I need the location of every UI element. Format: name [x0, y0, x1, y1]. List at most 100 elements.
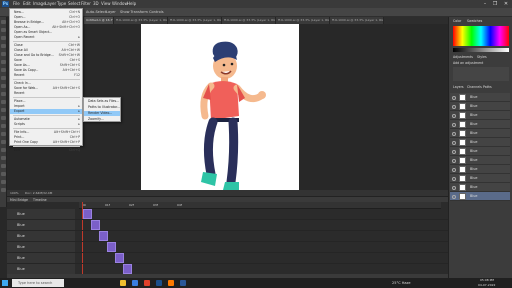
layer-row[interactable]: Blue: [450, 165, 510, 174]
menu-layer[interactable]: Layer: [45, 0, 56, 8]
menu-item-render-video[interactable]: Render Video...: [84, 111, 120, 116]
tab-styles[interactable]: Styles: [477, 55, 487, 59]
menu-3d[interactable]: 3D: [93, 0, 99, 8]
tool-icon[interactable]: [1, 44, 6, 48]
edge-icon[interactable]: [132, 280, 138, 286]
tool-icon[interactable]: [1, 148, 6, 152]
timeline-track[interactable]: Blue: [7, 209, 448, 220]
timeline-track[interactable]: Blue: [7, 231, 448, 242]
close-icon[interactable]: ✕: [501, 0, 511, 8]
windows-start-icon[interactable]: [2, 280, 8, 286]
tab-paths[interactable]: Paths: [483, 85, 492, 89]
visibility-eye-icon[interactable]: [452, 96, 456, 100]
chrome-icon[interactable]: [144, 280, 150, 286]
tool-icon[interactable]: [1, 20, 6, 24]
menu-window[interactable]: Window: [112, 0, 128, 8]
visibility-eye-icon[interactable]: [452, 141, 456, 145]
visibility-eye-icon[interactable]: [452, 132, 456, 136]
word-icon[interactable]: [180, 280, 186, 286]
menu-help[interactable]: Help: [127, 0, 136, 8]
visibility-eye-icon[interactable]: [452, 159, 456, 163]
menu-type[interactable]: Type: [57, 0, 66, 8]
tool-icon[interactable]: [1, 92, 6, 96]
menu-item[interactable]: Exit Ctrl+Q: [10, 148, 82, 153]
tool-icon[interactable]: [1, 124, 6, 128]
tab-color[interactable]: Color: [453, 19, 461, 23]
tool-icon[interactable]: [1, 52, 6, 56]
adjustment-icons[interactable]: [453, 67, 509, 81]
visibility-eye-icon[interactable]: [452, 123, 456, 127]
menu-item[interactable]: Revert F12: [10, 73, 82, 78]
tool-icon[interactable]: [1, 100, 6, 104]
tool-icon[interactable]: [1, 180, 6, 184]
timeline-track[interactable]: Blue: [7, 253, 448, 264]
tool-icon[interactable]: [1, 188, 6, 192]
tab-swatches[interactable]: Swatches: [467, 19, 482, 23]
maximize-icon[interactable]: ❐: [490, 0, 500, 8]
tool-icon[interactable]: [1, 36, 6, 40]
tool-icon[interactable]: [1, 164, 6, 168]
layer-row[interactable]: Blue: [450, 102, 510, 111]
tool-icon[interactable]: [1, 60, 6, 64]
timeline-clip[interactable]: [99, 231, 108, 241]
tab-channels[interactable]: Channels: [467, 85, 482, 89]
tool-icon[interactable]: [1, 132, 6, 136]
menu-edit[interactable]: Edit: [23, 0, 31, 8]
menu-item-zoomify[interactable]: Zoomify...: [84, 117, 120, 122]
clock-date[interactable]: 04-07-2022: [478, 283, 495, 288]
layer-row[interactable]: Blue: [450, 129, 510, 138]
timeline-track[interactable]: Blue: [7, 220, 448, 231]
transform-controls-checkbox[interactable]: Show Transform Controls: [120, 8, 164, 17]
menu-view[interactable]: View: [101, 0, 111, 8]
layer-row[interactable]: Blue: [450, 174, 510, 183]
layer-row[interactable]: Blue: [450, 156, 510, 165]
visibility-eye-icon[interactable]: [452, 105, 456, 109]
doc-tab[interactable]: Untitled-1 @ 16.7%: [84, 17, 114, 24]
timeline-clip[interactable]: [123, 264, 132, 274]
photoshop-icon[interactable]: [156, 280, 162, 286]
tool-icon[interactable]: [1, 116, 6, 120]
doc-tab[interactable]: ff-6-1000.ai @ 33.3% (Layer 1, RGB/8): [330, 17, 384, 24]
menu-select[interactable]: Select: [68, 0, 80, 8]
menu-item[interactable]: Scripts ▸: [10, 122, 82, 127]
visibility-eye-icon[interactable]: [452, 114, 456, 118]
taskbar-search-input[interactable]: Type here to search: [12, 279, 64, 287]
visibility-eye-icon[interactable]: [452, 177, 456, 181]
visibility-eye-icon[interactable]: [452, 150, 456, 154]
layer-row[interactable]: Blue: [450, 120, 510, 129]
doc-tab[interactable]: ff-6-1000.ai @ 33.3% (Layer 1, RGB/8): [222, 17, 276, 24]
menu-item-data-sets[interactable]: Data Sets as Files...: [84, 99, 120, 104]
tab-layers[interactable]: Layers: [453, 85, 464, 89]
document-canvas[interactable]: [141, 24, 299, 195]
menu-file[interactable]: File: [13, 0, 20, 8]
tool-icon[interactable]: [1, 108, 6, 112]
timeline-track[interactable]: Blue: [7, 242, 448, 253]
tool-icon[interactable]: [1, 172, 6, 176]
illustrator-icon[interactable]: [168, 280, 174, 286]
menu-item[interactable]: Export ▸: [10, 109, 82, 114]
visibility-eye-icon[interactable]: [452, 168, 456, 172]
doc-tab[interactable]: ff-6-1000.ai @ 33.3% (Layer 1, RGB/8): [168, 17, 222, 24]
timeline-clip[interactable]: [83, 209, 92, 219]
visibility-eye-icon[interactable]: [452, 195, 456, 199]
timeline-clip[interactable]: [91, 220, 100, 230]
tool-icon[interactable]: [1, 28, 6, 32]
minimize-icon[interactable]: –: [480, 0, 490, 8]
layer-row[interactable]: Blue: [450, 111, 510, 120]
timeline-clip[interactable]: [115, 253, 124, 263]
menu-image[interactable]: Image: [33, 0, 46, 8]
menu-filter[interactable]: Filter: [81, 0, 91, 8]
color-ramp[interactable]: [453, 48, 509, 52]
weather-text[interactable]: 25°C Haze: [392, 278, 411, 288]
menu-item[interactable]: Revert: [10, 91, 82, 96]
auto-select-dropdown[interactable]: Layer: [106, 8, 116, 17]
menu-item-paths-to-illustrator[interactable]: Paths to Illustrator...: [84, 105, 120, 110]
layer-row[interactable]: Blue: [450, 93, 510, 102]
tool-icon[interactable]: [1, 156, 6, 160]
layer-row[interactable]: Blue: [450, 192, 510, 201]
tool-icon[interactable]: [1, 76, 6, 80]
color-spectrum[interactable]: [453, 26, 509, 46]
timeline-ruler[interactable]: 00 01f 02f 03f 04f: [79, 202, 441, 209]
tool-icon[interactable]: [1, 68, 6, 72]
tab-adjustments[interactable]: Adjustments: [453, 55, 473, 59]
